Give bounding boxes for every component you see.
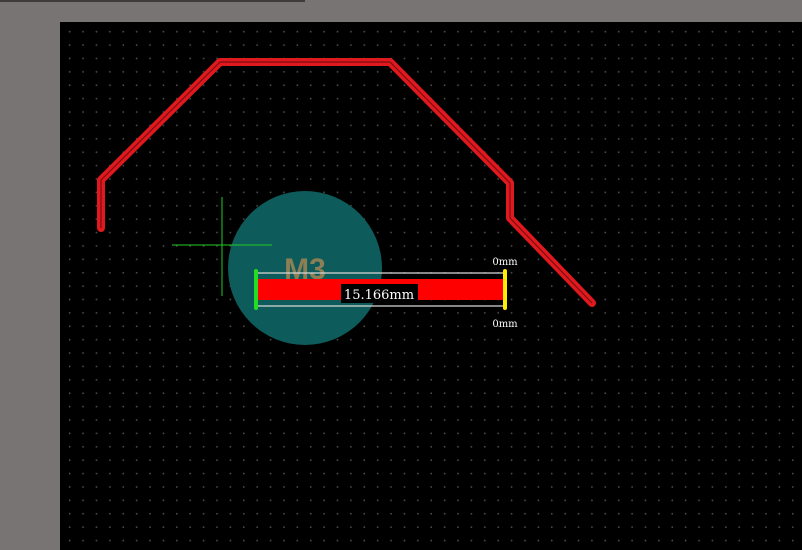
mounting-hole[interactable]: M3 <box>228 191 382 345</box>
top-offset-label: 0mm <box>492 257 518 268</box>
pcb-editor-frame: M3 15.166mm 0mm 0mm <box>0 0 802 550</box>
track-length-label: 15.166mm <box>344 288 414 303</box>
bottom-offset-label: 0mm <box>492 319 518 330</box>
board-drawing: M3 15.166mm 0mm 0mm <box>97 58 596 345</box>
